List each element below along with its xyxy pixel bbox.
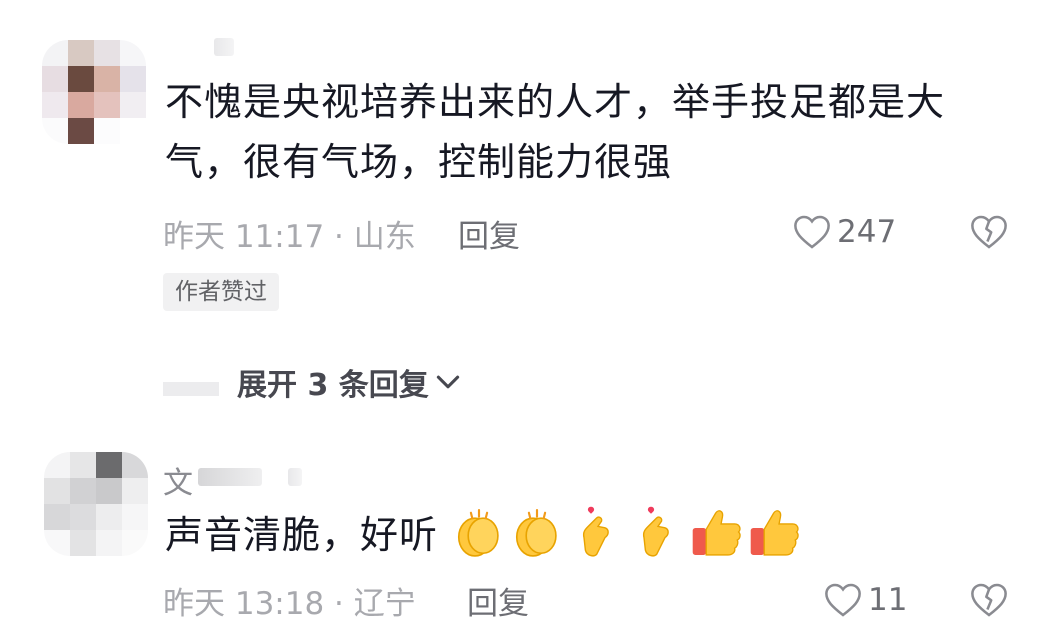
expand-replies-button[interactable]: 展开 3 条回复 [237,360,463,404]
avatar[interactable] [44,452,148,556]
comment-meta: 昨天 11:17 · 山东 [163,211,416,256]
clap-emoji-icon [515,508,557,557]
like-count: 247 [837,214,897,250]
thumbs-up-emoji-icon [692,510,741,556]
like-button[interactable]: 247 [793,214,896,250]
finger-heart-emoji-icon [582,506,609,557]
comment-time: 昨天 11:17 [163,219,325,255]
reply-button[interactable]: 回复 [458,211,520,256]
expand-replies-label: 展开 3 条回复 [237,368,429,403]
heart-outline-icon [794,215,830,249]
author-liked-badge: 作者赞过 [163,273,279,311]
chevron-down-icon [436,375,459,389]
comment-location: 辽宁 [353,586,416,622]
meta-separator: · [324,586,354,622]
comment-meta: 昨天 13:18 · 辽宁 [163,578,416,623]
broken-heart-icon[interactable] [970,214,1008,250]
username-blurred[interactable] [214,38,234,56]
username-blurred [288,468,302,486]
comment-location: 山东 [353,219,416,255]
expand-divider [163,382,219,396]
comment-text-line: 气，很有气场，控制能力很强 [165,140,673,184]
meta-separator: · [324,219,354,255]
reply-button[interactable]: 回复 [467,578,529,623]
thumbs-up-emoji-icon [750,510,799,556]
avatar[interactable] [42,40,146,144]
username[interactable]: 文 [163,458,193,502]
broken-heart-icon[interactable] [970,582,1008,618]
username-blurred [198,468,262,486]
like-count: 11 [868,582,908,618]
comment-text-line: 不愧是央视培养出来的人才，举手投足都是大 [165,80,946,124]
clap-emoji-icon [457,508,499,557]
comment-time: 昨天 13:18 [163,586,325,622]
like-button[interactable]: 11 [824,582,907,618]
comment-text: 声音清脆，好听 [165,513,439,557]
heart-outline-icon [825,583,861,617]
finger-heart-emoji-icon [642,506,669,557]
